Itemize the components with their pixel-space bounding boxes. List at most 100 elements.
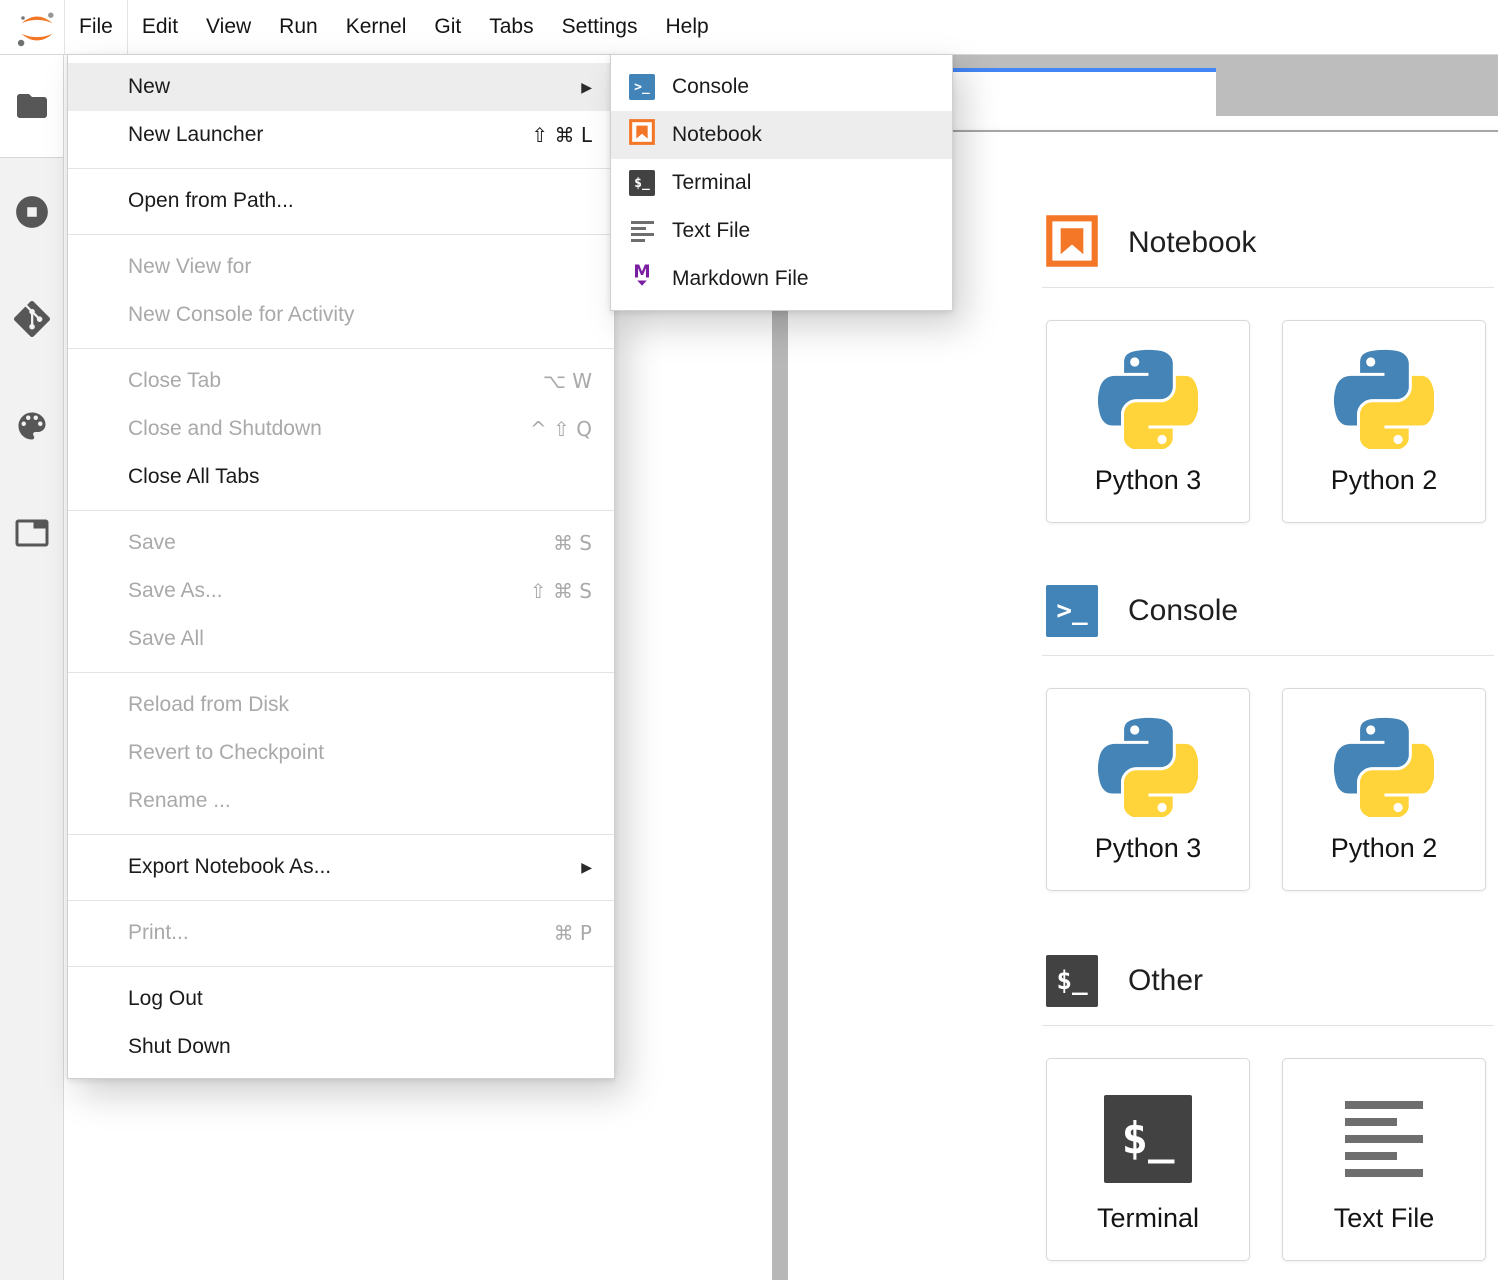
menu-item-shortcut: ⇧ ⌘ L bbox=[531, 123, 592, 147]
card-row: $_ Terminal Text File bbox=[1046, 1058, 1496, 1261]
terminal-icon: $_ bbox=[629, 170, 655, 196]
jupyter-logo bbox=[14, 6, 60, 52]
menu-item-label: Log Out bbox=[128, 987, 592, 1011]
open-tabs-icon bbox=[14, 515, 50, 551]
text-line bbox=[1345, 1118, 1397, 1126]
submenu-item-console[interactable]: >_Console bbox=[611, 63, 952, 111]
card-icon-slot: $_ bbox=[1104, 1089, 1192, 1189]
python-icon bbox=[1098, 349, 1198, 454]
icon-slot: M bbox=[629, 266, 655, 292]
card-label: Python 3 bbox=[1095, 833, 1202, 864]
launcher-card-other-terminal[interactable]: $_ Terminal bbox=[1046, 1058, 1250, 1261]
terminal-icon: $_ bbox=[1104, 1095, 1192, 1183]
section-title: Console bbox=[1128, 594, 1238, 628]
submenu-item-label: Terminal bbox=[672, 171, 932, 195]
menu-item-open-from-path[interactable]: Open from Path... bbox=[68, 177, 614, 225]
menu-item-shortcut: ^ ⇧ Q bbox=[530, 417, 592, 441]
menu-item-label: Revert to Checkpoint bbox=[128, 741, 592, 765]
menu-item-revert-to-checkpoint: Revert to Checkpoint bbox=[68, 729, 614, 777]
menubar-item-file[interactable]: File bbox=[64, 0, 128, 54]
menu-item-export-notebook-as[interactable]: Export Notebook As...▶ bbox=[68, 843, 614, 891]
python-icon bbox=[1334, 349, 1434, 454]
menubar-item-kernel[interactable]: Kernel bbox=[332, 0, 421, 54]
menu-separator bbox=[68, 900, 614, 901]
menu-item-label: Open from Path... bbox=[128, 189, 592, 213]
menu-item-new-launcher[interactable]: New Launcher ⇧ ⌘ L bbox=[68, 111, 614, 159]
section-icon-slot: >_ bbox=[1046, 585, 1098, 637]
card-icon-slot bbox=[1098, 351, 1198, 451]
section-header: $_ Other bbox=[1046, 955, 1496, 1007]
menu-item-log-out[interactable]: Log Out bbox=[68, 975, 614, 1023]
menu-item-shortcut: ⌘ S bbox=[553, 531, 592, 555]
launcher-card-console-python-2[interactable]: Python 2 bbox=[1282, 688, 1486, 891]
terminal-icon: $_ bbox=[1046, 955, 1098, 1007]
sidebar-item-git[interactable] bbox=[0, 265, 63, 372]
git-icon bbox=[14, 301, 50, 337]
menubar-item-git[interactable]: Git bbox=[420, 0, 475, 54]
file-menu: New▶ New Launcher ⇧ ⌘ L Open from Path... Ne… bbox=[67, 54, 615, 1079]
submenu-item-markdown-file[interactable]: MMarkdown File bbox=[611, 255, 952, 303]
menu-item-save-as: Save As...⇧ ⌘ S bbox=[68, 567, 614, 615]
icon-slot: >_ bbox=[629, 74, 655, 100]
menu-separator bbox=[68, 168, 614, 169]
notebook-icon bbox=[629, 119, 655, 151]
launcher-card-notebook-python-2[interactable]: Python 2 bbox=[1282, 320, 1486, 523]
card-row: Python 3 Python 2 bbox=[1046, 320, 1496, 523]
sidebar-item-commands[interactable] bbox=[0, 372, 63, 479]
menu-item-label: New Launcher bbox=[128, 123, 511, 147]
text-line bbox=[1345, 1152, 1397, 1160]
card-label: Python 2 bbox=[1331, 833, 1438, 864]
glyph-text: >_ bbox=[1056, 598, 1087, 624]
sidebar-item-file-browser[interactable] bbox=[0, 55, 63, 158]
notebook-icon bbox=[1046, 215, 1098, 272]
submenu-item-terminal[interactable]: $_ Terminal bbox=[611, 159, 952, 207]
card-icon-slot bbox=[1098, 719, 1198, 819]
menubar-item-help[interactable]: Help bbox=[652, 0, 723, 54]
menu-item-save: Save⌘ S bbox=[68, 519, 614, 567]
menubar-item-tabs[interactable]: Tabs bbox=[475, 0, 547, 54]
menu-item-shut-down[interactable]: Shut Down bbox=[68, 1023, 614, 1071]
menu-separator bbox=[68, 966, 614, 967]
menu-item-close-all-tabs[interactable]: Close All Tabs bbox=[68, 453, 614, 501]
menu-item-new[interactable]: New▶ bbox=[68, 63, 614, 111]
section-icon-slot bbox=[1046, 217, 1098, 269]
sidebar-item-open-tabs[interactable] bbox=[0, 479, 63, 586]
glyph-text: $_ bbox=[1122, 1117, 1175, 1161]
submenu-arrow-icon: ▶ bbox=[581, 859, 592, 876]
palette-icon bbox=[14, 408, 50, 444]
menu-item-rename: Rename ... bbox=[68, 777, 614, 825]
text-line bbox=[631, 227, 646, 230]
text-line bbox=[1345, 1135, 1423, 1143]
menu-item-label: Print... bbox=[128, 921, 534, 945]
jupyterlab-app: Notebook Python 3 Python 2 >_ Console Python … bbox=[0, 0, 1498, 1280]
card-label: Terminal bbox=[1097, 1203, 1199, 1234]
text-line bbox=[1345, 1101, 1423, 1109]
menu-item-save-all: Save All bbox=[68, 615, 614, 663]
menu-item-shortcut: ⌥ W bbox=[543, 369, 592, 393]
menubar-item-edit[interactable]: Edit bbox=[128, 0, 192, 54]
sidebar-item-running-kernels[interactable] bbox=[0, 158, 63, 265]
submenu-item-text-file[interactable]: Text File bbox=[611, 207, 952, 255]
section-divider bbox=[1042, 1025, 1494, 1026]
menu-item-label: New Console for Activity bbox=[128, 303, 592, 327]
menu-separator bbox=[68, 834, 614, 835]
text-file-icon bbox=[631, 221, 654, 242]
new-submenu: >_ConsoleNotebook $_ Terminal Text FileMMar… bbox=[610, 54, 953, 311]
menubar-item-view[interactable]: View bbox=[192, 0, 265, 54]
menu-item-label: Close All Tabs bbox=[128, 465, 592, 489]
submenu-item-notebook[interactable]: Notebook bbox=[611, 111, 952, 159]
menu-separator bbox=[68, 510, 614, 511]
menubar-item-settings[interactable]: Settings bbox=[548, 0, 652, 54]
launcher-card-other-text-file[interactable]: Text File bbox=[1282, 1058, 1486, 1261]
card-icon-slot bbox=[1345, 1089, 1423, 1189]
icon-slot: $_ bbox=[629, 170, 655, 196]
launcher-card-notebook-python-3[interactable]: Python 3 bbox=[1046, 320, 1250, 523]
section-header: >_ Console bbox=[1046, 585, 1496, 637]
section-title: Other bbox=[1128, 964, 1203, 998]
menubar-item-run[interactable]: Run bbox=[265, 0, 332, 54]
glyph-text: $_ bbox=[1056, 968, 1087, 994]
launcher-card-console-python-3[interactable]: Python 3 bbox=[1046, 688, 1250, 891]
card-label: Python 2 bbox=[1331, 465, 1438, 496]
menu-item-label: Save All bbox=[128, 627, 592, 651]
running-kernels-icon bbox=[13, 193, 51, 231]
